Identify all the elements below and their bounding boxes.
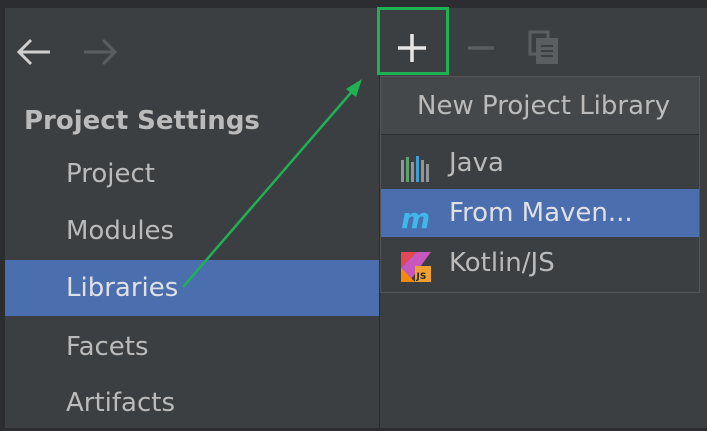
minus-icon (468, 46, 494, 50)
sidebar-item-label: Facets (66, 332, 149, 362)
java-library-icon (401, 150, 429, 182)
popup-item-label: Kotlin/JS (449, 248, 555, 278)
popup-item-java[interactable]: Java (381, 139, 699, 187)
remove-library-button[interactable] (462, 22, 502, 72)
popup-item-label: Java (449, 148, 504, 178)
back-button[interactable] (14, 32, 54, 72)
sidebar-item-label: Libraries (66, 273, 179, 303)
sidebar-item-libraries[interactable]: Libraries (5, 260, 379, 316)
copy-library-button[interactable] (524, 22, 564, 72)
new-project-library-popup: New Project Library Java m From Maven... (380, 76, 700, 293)
kotlin-js-icon: JS (401, 250, 431, 282)
sidebar-item-label: Project (66, 159, 155, 189)
popup-item-from-maven[interactable]: m From Maven... (381, 189, 699, 237)
maven-icon: m (401, 200, 430, 235)
sidebar-item-modules[interactable]: Modules (5, 203, 379, 259)
copy-icon (528, 30, 558, 64)
svg-text:JS: JS (416, 272, 427, 282)
sidebar-item-artifacts[interactable]: Artifacts (5, 375, 379, 431)
annotation-highlight-box (377, 7, 449, 75)
sidebar-item-project[interactable]: Project (5, 146, 379, 202)
popup-item-label: From Maven... (449, 198, 633, 228)
sidebar-item-label: Modules (66, 216, 175, 246)
arrow-right-icon (84, 38, 118, 66)
window-top-strip (0, 0, 707, 8)
svg-text:m: m (401, 206, 430, 232)
forward-button[interactable] (80, 32, 120, 72)
popup-item-kotlin-js[interactable]: JS Kotlin/JS (381, 239, 699, 287)
popup-header: New Project Library (381, 77, 699, 135)
arrow-left-icon (16, 38, 50, 66)
section-title-project-settings: Project Settings (24, 106, 260, 136)
sidebar-item-facets[interactable]: Facets (5, 319, 379, 375)
sidebar-item-label: Artifacts (66, 388, 176, 418)
